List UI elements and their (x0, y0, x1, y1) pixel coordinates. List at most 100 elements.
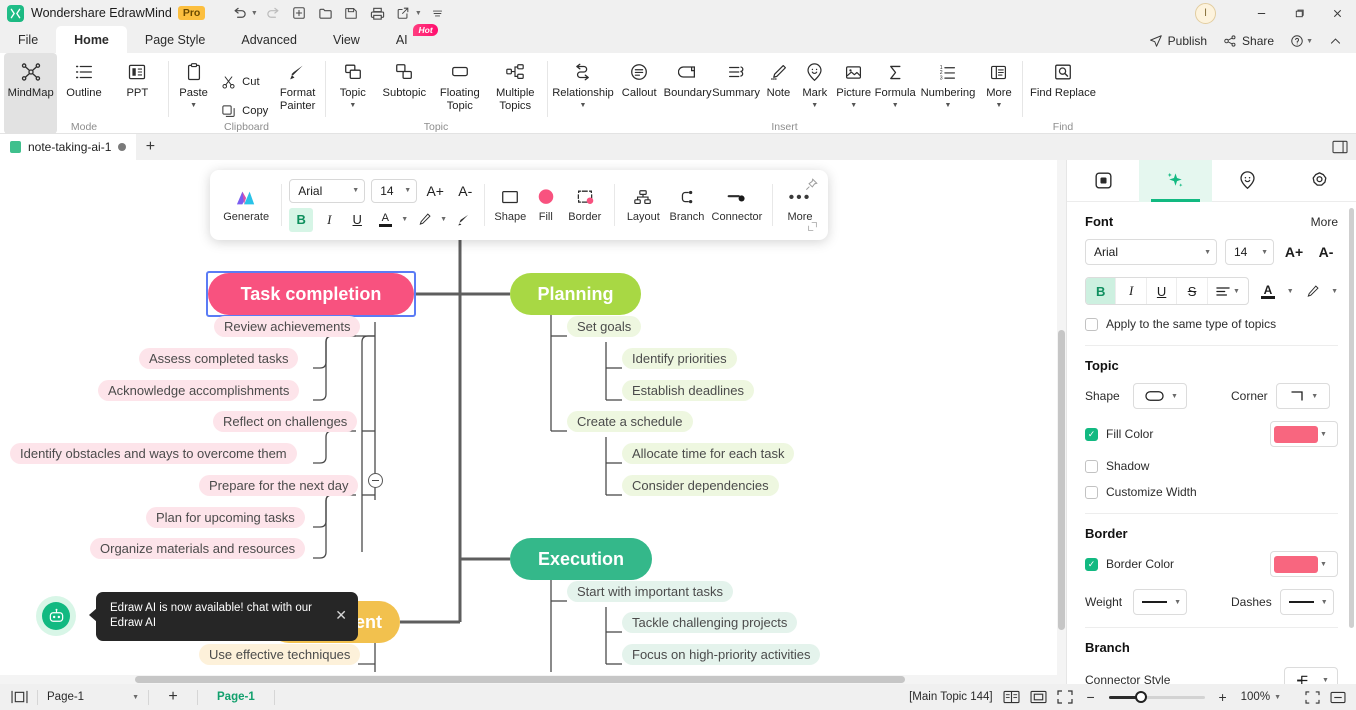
new-document-button[interactable]: + (136, 134, 164, 160)
italic-button[interactable]: I (1116, 278, 1147, 304)
fill-color-picker[interactable]: ▼ (1270, 421, 1338, 447)
font-size-select[interactable]: 14 ▼ (1225, 239, 1275, 265)
connector-button[interactable]: Connector (709, 188, 765, 223)
branch-button[interactable]: Branch (665, 188, 709, 223)
mindmap-node-establish-deadlines[interactable]: Establish deadlines (622, 380, 755, 401)
italic-button[interactable]: I (317, 208, 341, 232)
formula-caret-icon[interactable]: ▼ (892, 102, 899, 109)
share-button[interactable]: Share (1217, 29, 1280, 53)
mindmap-node-acknowledge-accomplishments[interactable]: Acknowledge accomplishments (98, 380, 300, 401)
mindmap-node-create-a-schedule[interactable]: Create a schedule (567, 411, 693, 432)
shape-button[interactable]: Shape (492, 188, 528, 223)
page-selector[interactable]: Page-1 ▼ (47, 691, 139, 703)
panel-toggle-icon[interactable] (1332, 140, 1348, 154)
font-family-select[interactable]: Arial ▼ (1085, 239, 1217, 265)
ribbon-tab-file[interactable]: File (0, 26, 56, 53)
canvas-vertical-scroll-thumb[interactable] (1058, 330, 1065, 630)
avatar[interactable]: I (1195, 2, 1216, 24)
add-page-button[interactable]: + (158, 688, 188, 706)
mindmap-node-execution[interactable]: Execution (510, 538, 652, 580)
tab-marker[interactable] (1212, 160, 1284, 202)
weight-select[interactable]: ▼ (1133, 589, 1187, 615)
insert-more-caret-icon[interactable]: ▼ (996, 102, 1003, 109)
ribbon-tab-view[interactable]: View (315, 26, 378, 53)
mindmap-node-start-important-tasks[interactable]: Start with important tasks (567, 581, 733, 602)
customize-width-row[interactable]: Customize Width (1085, 485, 1338, 499)
shape-select[interactable]: ▼ (1133, 383, 1187, 409)
edraw-ai-button[interactable] (36, 596, 76, 636)
new-file-icon[interactable] (287, 2, 311, 24)
mindmap-node-prepare-next-day[interactable]: Prepare for the next day (199, 475, 359, 496)
cut-button[interactable]: Cut (215, 69, 274, 95)
mindmap-node-assess-completed-tasks[interactable]: Assess completed tasks (139, 348, 299, 369)
highlight-caret-icon[interactable]: ▼ (1331, 288, 1338, 295)
highlight-button[interactable] (1301, 278, 1324, 304)
font-size-select[interactable]: 14 ▼ (371, 178, 418, 203)
border-color-checkbox[interactable]: ✓ (1085, 557, 1098, 571)
canvas-horizontal-scroll-thumb[interactable] (135, 676, 905, 683)
mindmap-node-tackle-challenging-projects[interactable]: Tackle challenging projects (622, 612, 798, 633)
zoom-slider[interactable] (1108, 691, 1205, 703)
side-panel-scrollbar[interactable] (1349, 208, 1354, 628)
corner-select[interactable]: ▼ (1275, 383, 1330, 409)
font-color-caret-icon[interactable]: ▼ (401, 216, 408, 223)
canvas-vertical-scrollbar[interactable] (1057, 160, 1066, 675)
resize-toolbar-icon[interactable] (807, 221, 818, 232)
close-icon[interactable]: ✕ (335, 608, 347, 623)
mindmap-node-organize-materials[interactable]: Organize materials and resources (90, 538, 306, 559)
collapse-toggle-button[interactable] (368, 473, 383, 488)
zoom-out-button[interactable]: − (1083, 689, 1099, 705)
maximize-button[interactable] (1280, 0, 1318, 26)
underline-button[interactable]: U (1147, 278, 1178, 304)
collapse-ribbon-button[interactable] (1323, 29, 1348, 53)
pin-toolbar-icon[interactable] (805, 178, 818, 191)
picture-caret-icon[interactable]: ▼ (850, 102, 857, 109)
zoom-in-button[interactable]: + (1215, 689, 1231, 705)
text-align-button[interactable]: ▼ (1208, 278, 1248, 304)
highlight-caret-icon[interactable]: ▼ (440, 216, 447, 223)
tab-ai-format[interactable] (1139, 159, 1212, 202)
ribbon-tab-ai[interactable]: AI Hot (378, 24, 438, 53)
tab-settings[interactable] (1284, 160, 1356, 202)
zoom-level-selector[interactable]: 100% ▼ (1241, 691, 1281, 703)
customize-width-checkbox[interactable] (1085, 485, 1098, 499)
bold-button[interactable]: B (289, 207, 314, 232)
fullscreen-icon[interactable] (1305, 690, 1320, 704)
chevron-down-icon[interactable]: ▼ (1320, 431, 1327, 438)
clear-format-button[interactable] (451, 208, 475, 232)
mindmap-node-task-completion[interactable]: Task completion (208, 273, 414, 315)
mindmap-node-allocate-time[interactable]: Allocate time for each task (622, 443, 795, 464)
decrease-font-size-button[interactable]: A- (453, 179, 477, 203)
font-more-button[interactable]: More (1311, 215, 1338, 229)
mindmap-node-reflect-on-challenges[interactable]: Reflect on challenges (213, 411, 358, 432)
mindmap-node-focus-high-priority[interactable]: Focus on high-priority activities (622, 644, 821, 665)
print-icon[interactable] (365, 2, 389, 24)
font-color-button[interactable]: A (1256, 278, 1279, 304)
zoom-slider-knob[interactable] (1134, 691, 1147, 703)
mindmap-node-consider-dependencies[interactable]: Consider dependencies (622, 475, 779, 496)
layout-button[interactable]: Layout (622, 188, 666, 223)
mindmap-node-identify-obstacles[interactable]: Identify obstacles and ways to overcome … (10, 443, 297, 464)
mindmap-node-identify-priorities[interactable]: Identify priorities (622, 348, 737, 369)
highlight-button[interactable] (412, 208, 436, 232)
mindmap-node-planning[interactable]: Planning (510, 273, 641, 315)
generate-button[interactable]: Generate (218, 188, 274, 223)
ribbon-tab-page-style[interactable]: Page Style (127, 26, 223, 53)
toolbar-more-button[interactable]: ••• More (780, 188, 820, 223)
mindmap-node-use-effective-techniques[interactable]: Use effective techniques (199, 644, 361, 665)
fit-page-icon[interactable] (1030, 690, 1047, 704)
increase-font-size-button[interactable]: A+ (1282, 239, 1306, 265)
help-caret-icon[interactable]: ▼ (1306, 38, 1313, 45)
shadow-checkbox[interactable] (1085, 459, 1098, 473)
undo-icon[interactable] (227, 2, 251, 24)
mindmap-node-set-goals[interactable]: Set goals (567, 316, 642, 337)
shadow-row[interactable]: Shadow (1085, 459, 1338, 473)
mindmap-node-review-achievements[interactable]: Review achievements (214, 316, 361, 337)
minimize-button[interactable] (1242, 0, 1280, 26)
close-button[interactable] (1318, 0, 1356, 26)
bold-button[interactable]: B (1086, 278, 1117, 304)
toggle-sidebar-icon[interactable] (11, 690, 28, 704)
outline-view-icon[interactable] (1003, 690, 1020, 704)
mindmap-node-plan-upcoming-tasks[interactable]: Plan for upcoming tasks (146, 507, 305, 528)
customize-toolbar-icon[interactable] (425, 2, 449, 24)
